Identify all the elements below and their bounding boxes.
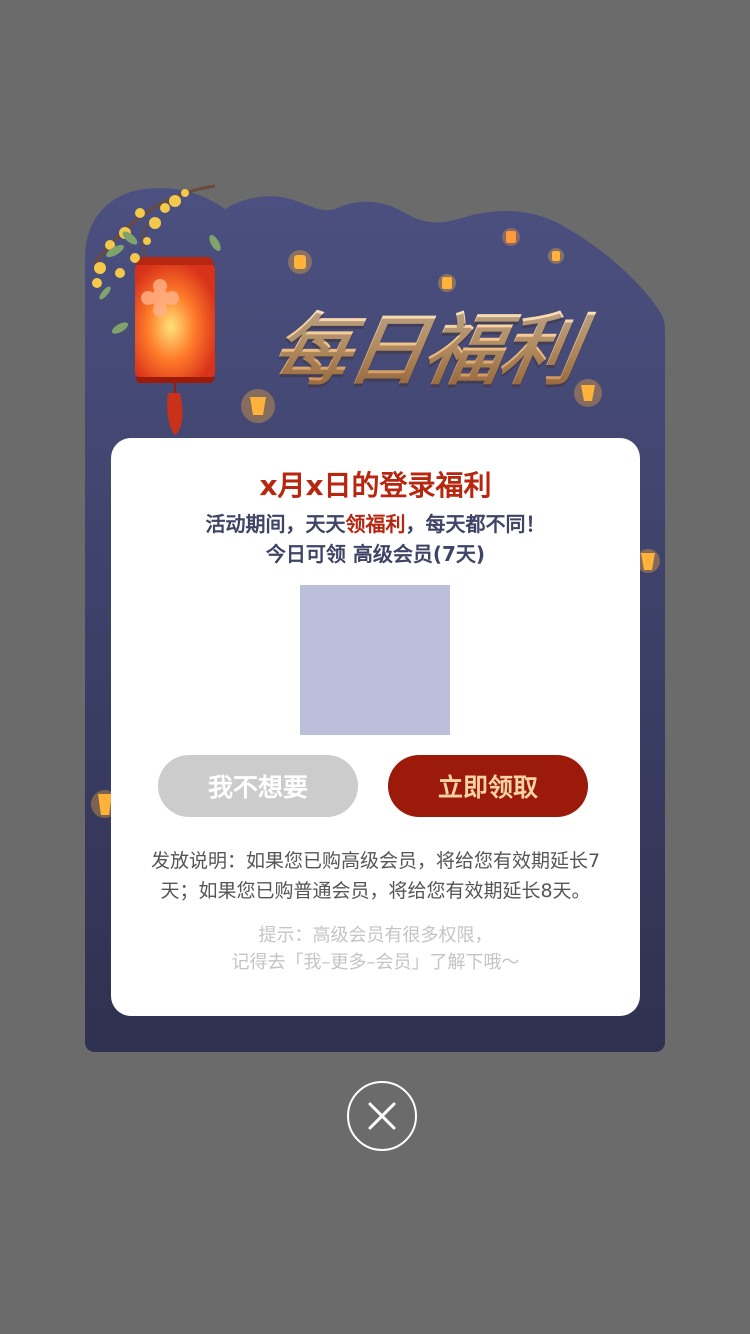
activity-subtitle: 活动期间，天天领福利，每天都不同！ xyxy=(111,508,640,537)
close-icon xyxy=(368,1102,396,1130)
sky-lantern-icon xyxy=(288,250,312,274)
reward-line: 今日可领 高级会员(7天) xyxy=(265,542,486,566)
subtitle-highlight: 领福利 xyxy=(345,512,406,536)
panel-title: x月x日的登录福利 xyxy=(259,469,492,502)
subtitle-text-end: ，每天都不同！ xyxy=(405,512,546,536)
sky-lantern-icon xyxy=(438,274,456,292)
tip-line-2: 记得去「我–更多–会员」了解下哦～ xyxy=(231,952,520,973)
sky-lantern-icon xyxy=(548,248,564,264)
tip-text: 提示：高级会员有很多权限， 记得去「我–更多–会员」了解下哦～ xyxy=(111,922,640,976)
close-button[interactable] xyxy=(347,1081,417,1151)
claim-button[interactable]: 立即领取 xyxy=(388,755,588,817)
tip-line-1: 提示：高级会员有很多权限， xyxy=(258,925,493,946)
welfare-panel: x月x日的登录福利 活动期间，天天领福利，每天都不同！ 今日可领 高级会员(7天… xyxy=(111,438,640,1016)
hanging-lantern-icon xyxy=(135,257,215,435)
subtitle-text: 活动期间，天天 xyxy=(205,512,346,536)
decline-button[interactable]: 我不想要 xyxy=(158,755,358,817)
issue-description: 发放说明：如果您已购高级会员，将给您有效期延长7天；如果您已购普通会员，将给您有… xyxy=(150,850,601,902)
sky-lantern-icon xyxy=(241,389,275,423)
reward-image xyxy=(300,585,450,735)
sky-lantern-icon xyxy=(502,228,520,246)
sky-lantern-icon xyxy=(574,379,602,407)
daily-welfare-title: 每日福利 xyxy=(265,288,614,396)
